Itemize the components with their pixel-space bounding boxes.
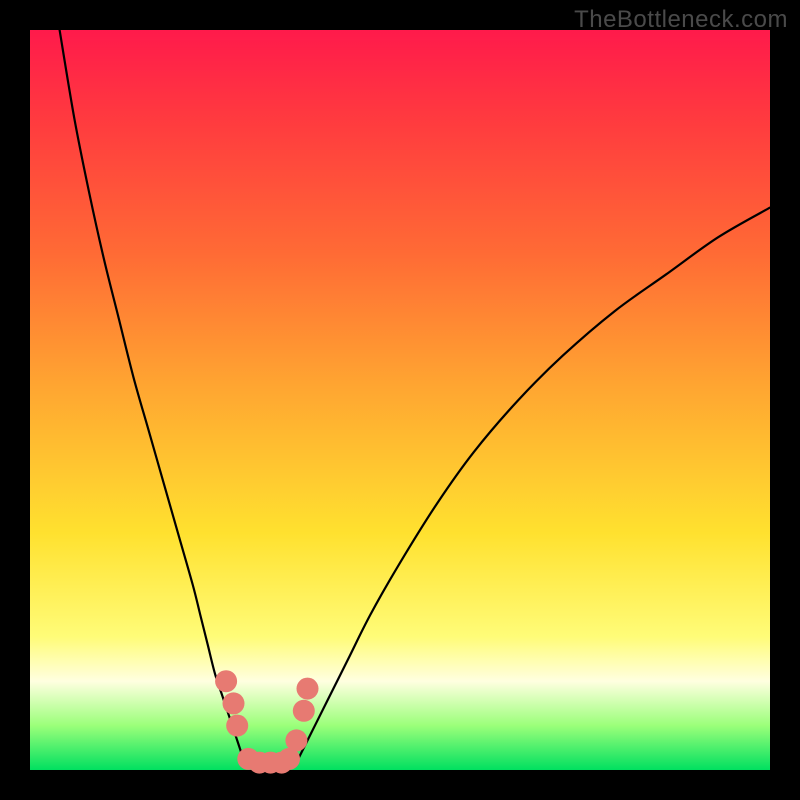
left-curve	[60, 30, 245, 763]
valley-marker	[226, 715, 248, 737]
valley-marker	[215, 670, 237, 692]
chart-frame: TheBottleneck.com	[0, 0, 800, 800]
plot-overlay	[30, 30, 770, 770]
valley-marker	[297, 678, 319, 700]
valley-marker	[223, 692, 245, 714]
valley-marker	[285, 729, 307, 751]
valley-marker	[293, 700, 315, 722]
right-curve	[296, 208, 770, 763]
valley-markers	[215, 670, 318, 773]
